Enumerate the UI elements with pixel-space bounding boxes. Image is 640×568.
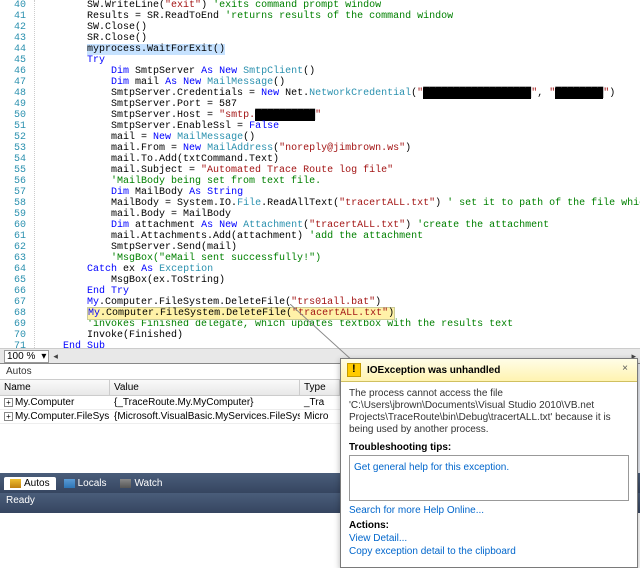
autos-header-row: Name Value Type <box>0 379 340 396</box>
search-help-link[interactable]: Search for more Help Online... <box>349 505 629 516</box>
autos-title: Autos <box>0 364 340 379</box>
line-number-gutter: 4041424344454647484950515253545556575859… <box>0 0 35 348</box>
code-line[interactable]: SW.Close() <box>39 22 640 33</box>
code-line[interactable]: SmtpServer.Host = "smtp.██████████" <box>39 110 640 121</box>
code-line[interactable]: mail.From = New MailAddress("noreply@jim… <box>39 143 640 154</box>
tips-box[interactable]: Get general help for this exception. <box>349 455 629 501</box>
expand-icon[interactable]: + <box>4 412 13 421</box>
code-line[interactable]: 'MailBody being set from text file. <box>39 176 640 187</box>
code-line[interactable]: End Sub <box>39 341 640 348</box>
code-line[interactable]: SmtpServer.EnableSsl = False <box>39 121 640 132</box>
code-line[interactable]: Results = SR.ReadToEnd 'returns results … <box>39 11 640 22</box>
watch-icon <box>120 479 131 488</box>
code-line[interactable]: mail.Subject = "Automated Trace Route lo… <box>39 165 640 176</box>
col-value[interactable]: Value <box>110 380 300 395</box>
code-line[interactable]: SmtpServer.Port = 587 <box>39 99 640 110</box>
code-editor[interactable]: 4041424344454647484950515253545556575859… <box>0 0 640 348</box>
exception-header: IOException was unhandled × <box>341 359 637 382</box>
autos-row[interactable]: +My.Computer.FileSys{Microsoft.VisualBas… <box>0 410 340 424</box>
exception-popup: IOException was unhandled × The process … <box>340 358 638 568</box>
tab-autos[interactable]: Autos <box>4 477 56 490</box>
tips-header: Troubleshooting tips: <box>349 442 629 453</box>
code-line[interactable]: mail.Attachments.Add(attachment) 'add th… <box>39 231 640 242</box>
status-text: Ready <box>6 495 35 506</box>
code-line[interactable]: ➤ My.Computer.FileSystem.DeleteFile("tra… <box>39 308 640 319</box>
tab-locals[interactable]: Locals <box>58 477 113 490</box>
copy-detail-link[interactable]: Copy exception detail to the clipboard <box>349 546 629 557</box>
code-line[interactable]: SmtpServer.Send(mail) <box>39 242 640 253</box>
code-line[interactable]: Dim MailBody As String <box>39 187 640 198</box>
code-line[interactable]: Dim mail As New MailMessage() <box>39 77 640 88</box>
exception-message: The process cannot access the file 'C:\U… <box>349 388 629 436</box>
view-detail-link[interactable]: View Detail... <box>349 533 629 544</box>
code-line[interactable]: mail.To.Add(txtCommand.Text) <box>39 154 640 165</box>
code-line[interactable]: mail.Body = MailBody <box>39 209 640 220</box>
close-icon[interactable]: × <box>619 364 631 376</box>
code-line[interactable]: End Try <box>39 286 640 297</box>
chevron-down-icon: ▾ <box>41 351 46 362</box>
code-line[interactable]: SR.Close() <box>39 33 640 44</box>
expand-icon[interactable]: + <box>4 398 13 407</box>
code-line[interactable]: Dim SmtpServer As New SmtpClient() <box>39 66 640 77</box>
code-line[interactable]: MailBody = System.IO.File.ReadAllText("t… <box>39 198 640 209</box>
zoom-value: 100 % <box>7 351 35 362</box>
code-line[interactable]: mail = New MailMessage() <box>39 132 640 143</box>
code-line[interactable]: Invoke(Finished) <box>39 330 640 341</box>
exception-title: IOException was unhandled <box>367 365 613 376</box>
code-line[interactable]: 'invokes Finished delegate, which update… <box>39 319 640 330</box>
locals-icon <box>64 479 75 488</box>
autos-panel: Autos Name Value Type +My.Computer{_Trac… <box>0 363 340 473</box>
autos-icon <box>10 479 21 488</box>
code-line[interactable]: 'MsgBox("eMail sent successfully!") <box>39 253 640 264</box>
code-line[interactable]: Dim attachment As New Attachment("tracer… <box>39 220 640 231</box>
autos-row[interactable]: +My.Computer{_TraceRoute.My.MyComputer}_… <box>0 396 340 410</box>
tips-link[interactable]: Get general help for this exception. <box>354 462 624 473</box>
col-name[interactable]: Name <box>0 380 110 395</box>
code-line[interactable]: Catch ex As Exception <box>39 264 640 275</box>
col-type[interactable]: Type <box>300 380 340 395</box>
tab-watch[interactable]: Watch <box>114 477 168 490</box>
code-line[interactable]: SW.WriteLine("exit") 'exits command prom… <box>39 0 640 11</box>
nav-left-icon[interactable]: ◂ <box>53 351 58 362</box>
warning-icon <box>347 363 361 377</box>
code-line[interactable]: MsgBox(ex.ToString) <box>39 275 640 286</box>
code-area[interactable]: SW.WriteLine("exit") 'exits command prom… <box>35 0 640 348</box>
code-line[interactable]: myprocess.WaitForExit() <box>39 44 640 55</box>
code-line[interactable]: Try <box>39 55 640 66</box>
actions-header: Actions: <box>349 520 629 531</box>
zoom-combo[interactable]: 100 % ▾ <box>4 350 49 363</box>
code-line[interactable]: SmtpServer.Credentials = New Net.Network… <box>39 88 640 99</box>
